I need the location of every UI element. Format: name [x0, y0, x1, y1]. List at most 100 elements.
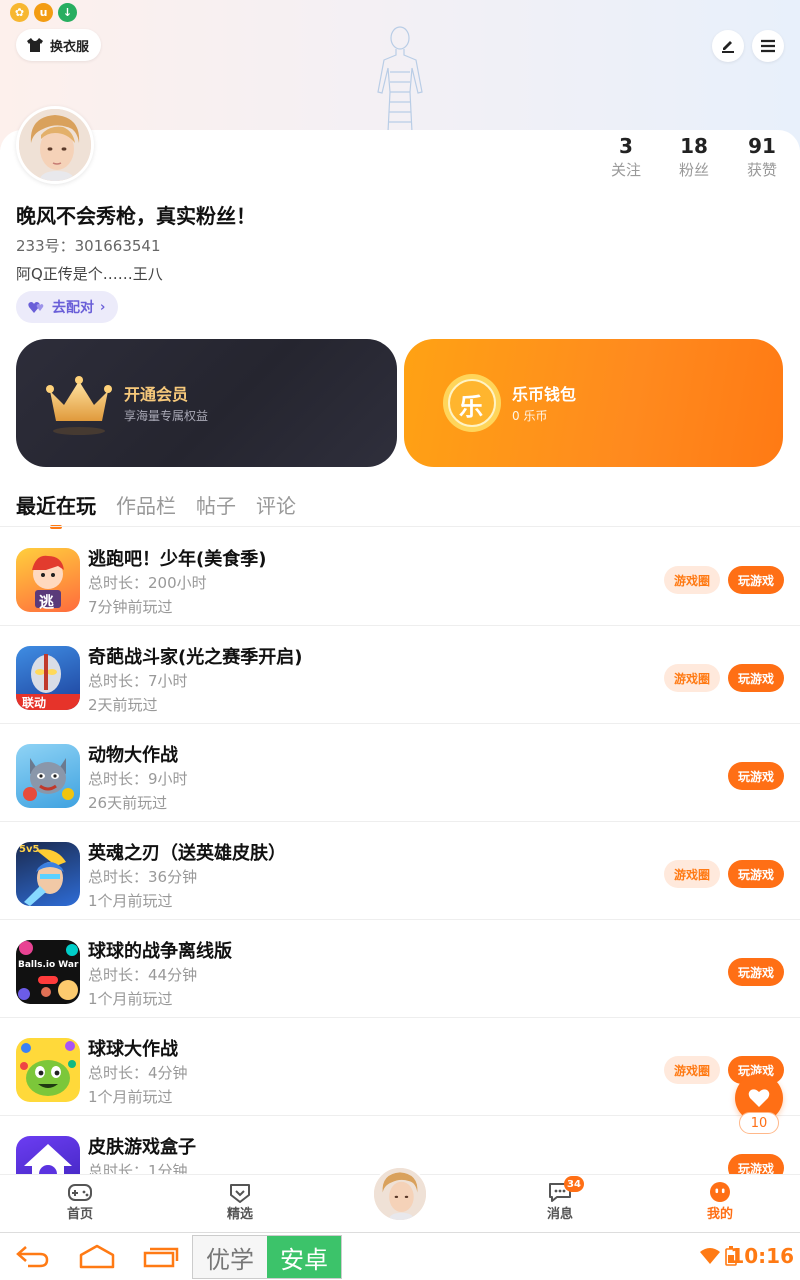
tabs-divider: [0, 526, 800, 527]
game-row[interactable]: 动物大作战 总时长：9小时 26天前玩过 玩游戏: [0, 724, 800, 822]
shirt-icon: [27, 38, 43, 52]
game-duration: 总时长：9小时: [88, 770, 188, 788]
nav-home-label: 首页: [66, 1207, 93, 1222]
game-icon-balls-war: Balls.io War: [16, 940, 80, 1004]
menu-icon: [761, 39, 775, 53]
game-row[interactable]: 5v5 英魂之刃（送英雄皮肤） 总时长：36分钟 1个月前玩过 游戏圈 玩游戏: [0, 822, 800, 920]
back-icon[interactable]: [14, 1243, 50, 1269]
game-circle-button[interactable]: 游戏圈: [663, 664, 720, 692]
game-duration: 总时长：36分钟: [88, 868, 198, 886]
play-game-button[interactable]: 玩游戏: [727, 860, 784, 888]
change-outfit-label: 换衣服: [50, 39, 90, 55]
change-outfit-button[interactable]: 换衣服: [16, 29, 102, 61]
fans-label: 粉丝: [678, 161, 709, 179]
pair-button[interactable]: 去配对 ›: [16, 291, 119, 323]
fans-count: 18: [680, 134, 708, 158]
uc-notification-icon: u: [34, 3, 53, 22]
game-icon-escape: 逃: [16, 548, 80, 612]
system-navigation-bar: 优学 安卓 10:16: [0, 1232, 800, 1280]
game-row[interactable]: Balls.io War 球球的战争离线版 总时长：44分钟 1个月前玩过 玩游…: [0, 920, 800, 1018]
game-circle-button[interactable]: 游戏圈: [663, 860, 720, 888]
likes-count: 91: [748, 134, 776, 158]
download-notification-icon: ↓: [58, 3, 77, 22]
game-icon-label: 联动: [22, 696, 47, 710]
game-row[interactable]: 逃 逃跑吧！少年(美食季) 总时长：200小时 7分钟前玩过 游戏圈 玩游戏: [0, 528, 800, 626]
menu-button[interactable]: [752, 30, 784, 62]
play-game-button[interactable]: 玩游戏: [727, 664, 784, 692]
crown-icon: [46, 376, 112, 435]
tab-recent-played[interactable]: 最近在玩: [16, 490, 96, 529]
stat-fans[interactable]: 18 粉丝: [669, 134, 719, 180]
stat-following[interactable]: 3 关注: [601, 134, 651, 180]
wifi-icon: [700, 1248, 720, 1264]
recent-games-list: 逃 逃跑吧！少年(美食季) 总时长：200小时 7分钟前玩过 游戏圈 玩游戏 联…: [0, 528, 800, 1174]
edit-icon: [722, 41, 734, 53]
game-icon-label: 逃: [39, 593, 55, 611]
pair-label: 去配对: [52, 300, 94, 316]
system-clock: 10:16: [730, 1244, 794, 1268]
game-row[interactable]: 联动 奇葩战斗家(光之赛季开启) 总时长：7小时 2天前玩过 游戏圈 玩游戏: [0, 626, 800, 724]
tab-posts[interactable]: 帖子: [196, 490, 236, 527]
game-last-played: 2天前玩过: [88, 696, 158, 714]
featured-heart-icon: [230, 1184, 250, 1203]
wallet-card[interactable]: 乐 乐币钱包 0 乐币: [404, 339, 783, 467]
ime-youxue[interactable]: 优学: [193, 1236, 267, 1278]
smiley-icon: [710, 1182, 730, 1202]
game-name: 逃跑吧！少年(美食季): [88, 549, 267, 570]
game-name: 英魂之刃（送英雄皮肤）: [88, 843, 286, 864]
recent-apps-icon[interactable]: [142, 1243, 180, 1269]
game-name: 动物大作战: [88, 745, 178, 766]
chevron-right-icon: ›: [100, 299, 106, 315]
game-last-played: 26天前玩过: [88, 794, 168, 812]
hearts-icon: [28, 302, 44, 313]
game-icon-label: 5v5: [19, 844, 40, 855]
avatar-figure-outline: [377, 26, 423, 132]
play-game-button[interactable]: 玩游戏: [727, 958, 784, 986]
like-count: 10: [739, 1112, 779, 1134]
game-circle-button[interactable]: 游戏圈: [663, 1056, 720, 1084]
vip-title: 开通会员: [124, 385, 189, 404]
game-icon-animal-battle: [16, 744, 80, 808]
edit-profile-button[interactable]: [712, 30, 744, 62]
gamepad-icon: [68, 1184, 92, 1201]
game-row[interactable]: 球球大作战 总时长：4分钟 1个月前玩过 游戏圈 玩游戏: [0, 1018, 800, 1116]
game-icon-ball-battle: [16, 1038, 80, 1102]
game-circle-button[interactable]: 游戏圈: [663, 566, 720, 594]
game-duration: 总时长：7小时: [88, 672, 188, 690]
nav-messages-label: 消息: [546, 1207, 573, 1222]
game-last-played: 1个月前玩过: [88, 1088, 173, 1106]
game-duration: 总时长：44分钟: [88, 966, 198, 984]
game-duration: 总时长：4分钟: [88, 1064, 188, 1082]
likes-label: 获赞: [746, 161, 777, 179]
app-notification-icon: ✿: [10, 3, 29, 22]
ime-android[interactable]: 安卓: [267, 1236, 341, 1278]
messages-badge: 34: [564, 1176, 584, 1192]
input-method-switcher[interactable]: 优学 安卓: [192, 1235, 342, 1279]
bio: 阿Q正传是个……王八: [16, 265, 163, 283]
nav-featured[interactable]: 精选: [210, 1181, 270, 1222]
following-count: 3: [619, 134, 633, 158]
tab-comments[interactable]: 评论: [256, 490, 296, 527]
avatar-portrait: [19, 109, 91, 181]
nav-messages[interactable]: 34 消息: [530, 1176, 590, 1222]
nav-featured-label: 精选: [226, 1207, 253, 1222]
nav-mine[interactable]: 我的: [690, 1181, 750, 1222]
vip-card[interactable]: 开通会员 享海量专属权益: [16, 339, 397, 467]
game-icon-skin-box: [16, 1136, 80, 1174]
nav-home[interactable]: 首页: [50, 1181, 110, 1222]
stat-likes[interactable]: 91 获赞: [737, 134, 787, 180]
play-game-button[interactable]: 玩游戏: [727, 566, 784, 594]
play-game-button[interactable]: 玩游戏: [727, 762, 784, 790]
profile-header-background: ✿ u ↓ 换衣服: [0, 0, 800, 150]
profile-tabs: 最近在玩 作品栏 帖子 评论: [16, 490, 296, 529]
game-duration: 总时长：1分钟: [88, 1162, 188, 1174]
status-bar-notifications: ✿ u ↓: [10, 3, 77, 22]
game-name: 皮肤游戏盒子: [88, 1137, 196, 1158]
tab-works[interactable]: 作品栏: [116, 490, 176, 527]
play-game-button[interactable]: 玩游戏: [727, 1154, 784, 1174]
nav-center-avatar[interactable]: [372, 1166, 428, 1222]
profile-avatar[interactable]: [16, 106, 94, 184]
game-name: 球球的战争离线版: [88, 941, 232, 962]
following-label: 关注: [610, 161, 641, 179]
home-icon[interactable]: [78, 1243, 116, 1269]
